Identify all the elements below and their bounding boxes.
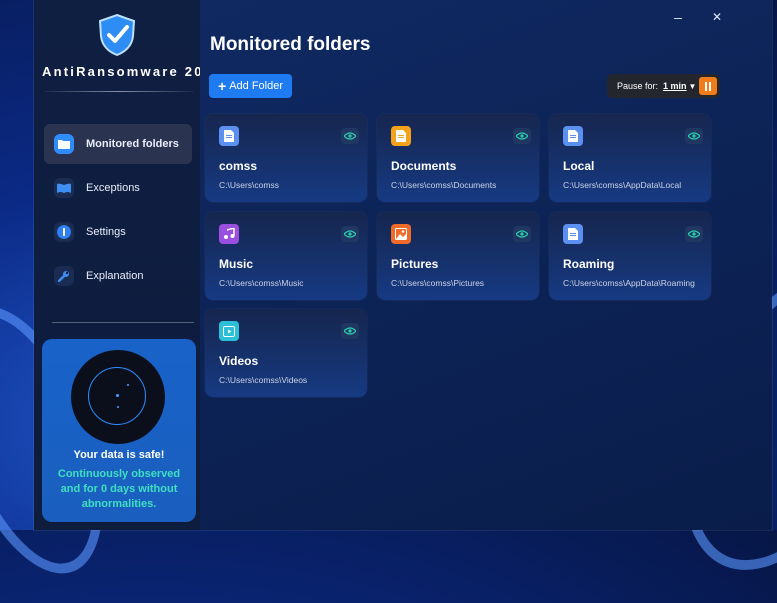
radar-dot <box>117 406 119 408</box>
folder-name: Music <box>219 257 254 271</box>
sidebar: AntiRansomware 2024 Monitored folders Ex… <box>34 0 200 530</box>
folder-name: Pictures <box>391 257 439 271</box>
folder-card-documents[interactable]: Documents C:\Users\comss\Documents <box>377 114 539 202</box>
add-folder-label: Add Folder <box>229 80 283 92</box>
video-icon <box>219 321 239 341</box>
status-title: Your data is safe! <box>73 449 165 461</box>
protection-status-card: Your data is safe! Continuously observed… <box>42 339 196 522</box>
pause-button[interactable] <box>699 77 717 95</box>
eye-icon[interactable] <box>685 226 703 242</box>
info-icon <box>54 222 74 242</box>
folder-path: C:\Users\comss\Pictures <box>391 278 485 288</box>
sidebar-item-label: Monitored folders <box>86 138 179 150</box>
document-icon <box>391 126 411 146</box>
sidebar-divider <box>52 322 194 323</box>
sidebar-item-exceptions[interactable]: Exceptions <box>44 168 192 208</box>
eye-icon[interactable] <box>513 128 531 144</box>
picture-icon <box>391 224 411 244</box>
plus-icon: + <box>218 78 227 94</box>
eye-icon[interactable] <box>513 226 531 242</box>
app-brand-title: AntiRansomware 2024 <box>42 64 200 79</box>
radar-dot <box>127 384 129 386</box>
page-title: Monitored folders <box>210 34 371 55</box>
file-icon <box>563 126 583 146</box>
sidebar-item-label: Settings <box>86 226 126 238</box>
folder-card-comss[interactable]: comss C:\Users\comss <box>205 114 367 202</box>
close-button[interactable]: ✕ <box>706 8 728 26</box>
sidebar-item-settings[interactable]: Settings <box>44 212 192 252</box>
folder-path: C:\Users\comss <box>219 180 279 190</box>
eye-icon[interactable] <box>685 128 703 144</box>
folder-name: Local <box>563 159 595 173</box>
eye-icon[interactable] <box>341 226 359 242</box>
folder-card-music[interactable]: Music C:\Users\comss\Music <box>205 212 367 300</box>
folder-path: C:\Users\comss\AppData\Roaming <box>563 278 695 288</box>
music-icon <box>219 224 239 244</box>
folder-path: C:\Users\comss\Music <box>219 278 304 288</box>
folder-card-videos[interactable]: Videos C:\Users\comss\Videos <box>205 309 367 397</box>
brand-divider <box>44 91 194 92</box>
folder-card-roaming[interactable]: Roaming C:\Users\comss\AppData\Roaming <box>549 212 711 300</box>
folder-card-pictures[interactable]: Pictures C:\Users\comss\Pictures <box>377 212 539 300</box>
folder-name: Documents <box>391 159 457 173</box>
status-description: Continuously observed and for 0 days wit… <box>57 468 181 510</box>
add-folder-button[interactable]: + Add Folder <box>209 74 292 98</box>
eye-icon[interactable] <box>341 323 359 339</box>
pause-control: Pause for: 1 min ▼ <box>607 74 720 98</box>
sidebar-nav: Monitored folders Exceptions Settings Ex… <box>44 124 192 300</box>
radar-icon <box>71 350 165 444</box>
minimize-button[interactable]: – <box>667 8 689 26</box>
pause-duration-select[interactable]: 1 min <box>663 81 687 91</box>
app-window: AntiRansomware 2024 Monitored folders Ex… <box>34 0 772 530</box>
sidebar-item-monitored-folders[interactable]: Monitored folders <box>44 124 192 164</box>
caret-down-icon[interactable]: ▼ <box>689 82 697 91</box>
shield-logo-icon <box>98 13 136 57</box>
folder-path: C:\Users\comss\Documents <box>391 180 497 190</box>
eye-icon[interactable] <box>341 128 359 144</box>
folder-path: C:\Users\comss\AppData\Local <box>563 180 682 190</box>
folder-name: Videos <box>219 354 259 368</box>
sidebar-item-label: Explanation <box>86 270 144 282</box>
sidebar-item-explanation[interactable]: Explanation <box>44 256 192 296</box>
folder-name: Roaming <box>563 257 615 271</box>
wrench-icon <box>54 266 74 286</box>
file-icon <box>563 224 583 244</box>
pause-label: Pause for: <box>617 81 659 91</box>
radar-dot <box>116 394 119 397</box>
folder-card-local[interactable]: Local C:\Users\comss\AppData\Local <box>549 114 711 202</box>
file-icon <box>219 126 239 146</box>
book-icon <box>54 178 74 198</box>
folder-name: comss <box>219 159 258 173</box>
sidebar-item-label: Exceptions <box>86 182 140 194</box>
folder-icon <box>54 134 74 154</box>
folder-path: C:\Users\comss\Videos <box>219 375 308 385</box>
